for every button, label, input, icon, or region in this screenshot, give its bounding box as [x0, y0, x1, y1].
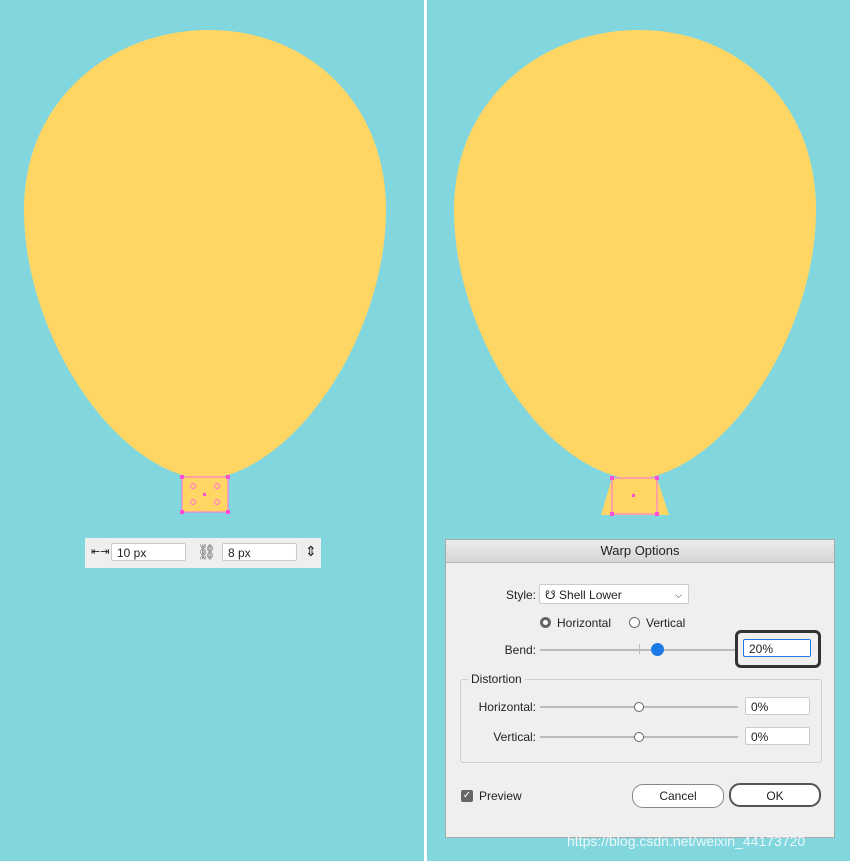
horizontal-radio[interactable]: [540, 617, 551, 628]
preview-checkbox[interactable]: ✓: [461, 790, 473, 802]
ok-button[interactable]: OK: [729, 783, 821, 807]
dist-horizontal-thumb[interactable]: [634, 702, 644, 712]
height-field[interactable]: 8 px: [222, 543, 297, 561]
chevron-down-icon: ⌵: [675, 590, 682, 600]
horizontal-label: Horizontal: [557, 616, 612, 630]
transform-bar: ⇤⇥ 10 px ⛓ 8 px ⇕: [85, 538, 321, 568]
bend-label: Bend:: [504, 643, 536, 657]
dist-vertical-label: Vertical:: [493, 730, 536, 744]
dist-horizontal-label: Horizontal:: [478, 700, 536, 714]
watermark: https://blog.csdn.net/weixin_44173720: [567, 833, 806, 849]
vertical-label: Vertical: [646, 616, 686, 630]
width-field[interactable]: 10 px: [111, 543, 186, 561]
balloon-left: [24, 29, 386, 514]
panel-divider: [424, 0, 427, 861]
dist-horizontal-input[interactable]: 0%: [745, 697, 810, 715]
vertical-radio[interactable]: [629, 617, 640, 628]
width-arrows-icon: ⇤⇥: [91, 546, 110, 558]
distortion-label: Distortion: [468, 672, 525, 686]
bend-input[interactable]: 20%: [743, 639, 811, 657]
dist-vertical-thumb[interactable]: [634, 732, 644, 742]
distortion-group: [460, 679, 822, 763]
cancel-button[interactable]: Cancel: [632, 784, 724, 808]
bend-center-tick: [639, 644, 640, 654]
style-value: Shell Lower: [559, 588, 622, 602]
height-arrows-icon: ⇕: [305, 543, 317, 559]
bend-slider-thumb[interactable]: [651, 643, 664, 656]
dialog-title: Warp Options: [446, 540, 834, 563]
dist-vertical-input[interactable]: 0%: [745, 727, 810, 745]
style-dropdown[interactable]: ☋ Shell Lower ⌵: [539, 584, 689, 604]
preview-label: Preview: [479, 789, 522, 803]
unlinked-chain-icon[interactable]: ⛓: [197, 543, 216, 561]
bend-slider-track[interactable]: [540, 649, 735, 651]
balloon-right: [454, 29, 816, 516]
warp-options-dialog: Warp Options Style: ☋ Shell Lower ⌵ Hori…: [445, 539, 835, 838]
style-label: Style:: [505, 588, 536, 602]
shell-lower-icon: ☋: [545, 588, 556, 602]
